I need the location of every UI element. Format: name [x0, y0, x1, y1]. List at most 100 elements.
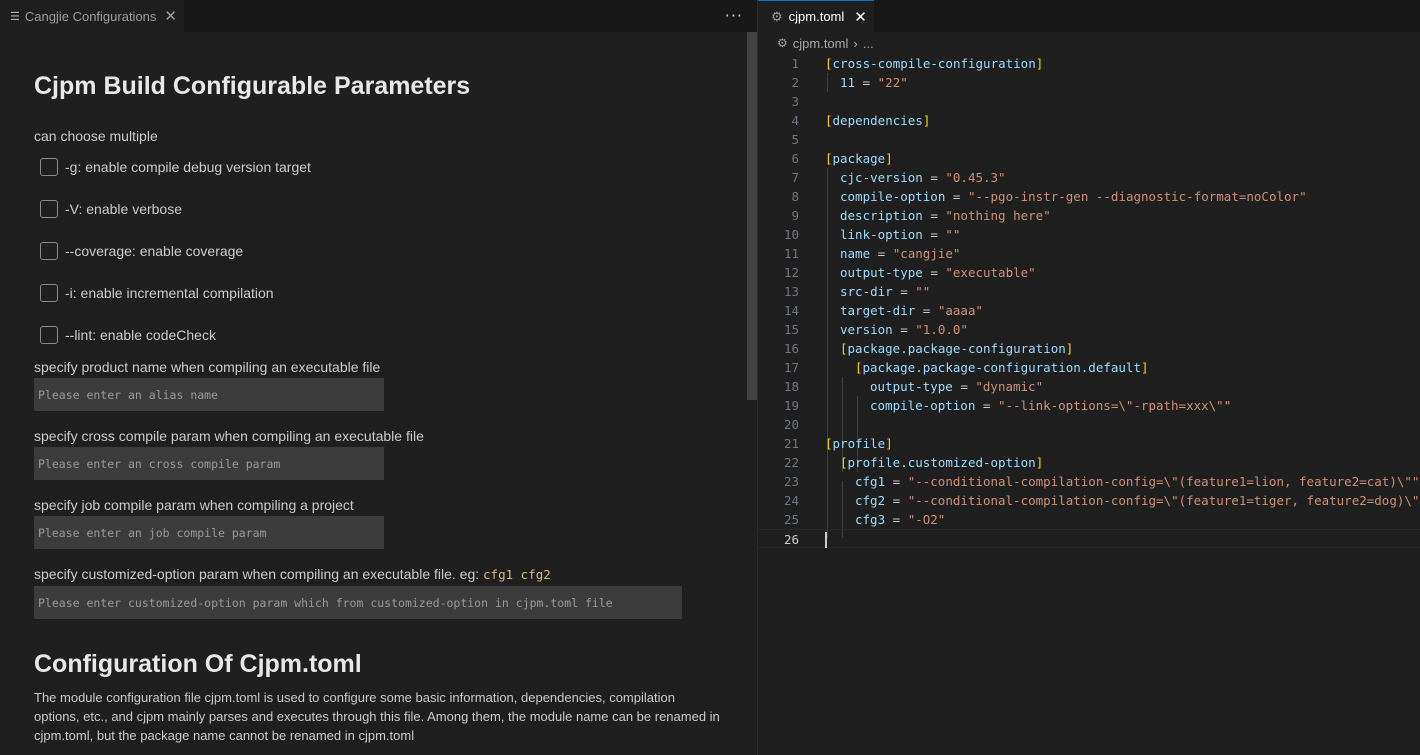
code-line[interactable]: 7 cjc-version = "0.45.3"	[758, 168, 1420, 187]
code-token: name	[840, 246, 871, 261]
option-coverage[interactable]: --coverage: enable coverage	[40, 242, 243, 260]
chevron-right-icon: ›	[853, 35, 858, 51]
line-number: 16	[783, 341, 799, 356]
code-line[interactable]: 18 output-type = "dynamic"	[758, 377, 1420, 396]
code-line[interactable]: 5	[758, 130, 1420, 149]
line-number: 17	[783, 360, 799, 375]
code-line[interactable]: 20	[758, 415, 1420, 434]
job-compile-input[interactable]	[34, 516, 384, 549]
code-token: compile-option	[840, 189, 946, 204]
code-token: cjc-version	[840, 170, 923, 185]
close-icon[interactable]: ✕	[854, 8, 867, 26]
code-token: output-type	[840, 265, 923, 280]
code-line[interactable]: 24 cfg2 = "--conditional-compilation-conf…	[758, 491, 1420, 510]
code-token: version	[840, 322, 893, 337]
breadcrumb-rest[interactable]: ...	[863, 36, 874, 51]
job-compile-label: specify job compile param when compiling…	[34, 497, 354, 513]
code-token: ]	[885, 151, 893, 166]
product-name-label: specify product name when compiling an e…	[34, 359, 381, 375]
checkbox[interactable]	[40, 200, 58, 218]
code-token: "--conditional-compilation-config=\"(fea…	[907, 493, 1420, 508]
code-token: "dynamic"	[975, 379, 1044, 394]
code-token: package.package-configuration	[847, 341, 1066, 356]
checkbox[interactable]	[40, 242, 58, 260]
code-token: =	[885, 474, 908, 489]
code-token: =	[922, 170, 946, 185]
customized-option-input[interactable]	[34, 586, 682, 619]
code-text: [package]	[825, 149, 893, 168]
code-token: package	[832, 151, 886, 166]
code-line[interactable]: 8 compile-option = "--pgo-instr-gen --dia…	[758, 187, 1420, 206]
option-verbose[interactable]: -V: enable verbose	[40, 200, 182, 218]
code-text: compile-option = "--pgo-instr-gen --diag…	[840, 187, 1307, 206]
customized-option-example: cfg1 cfg2	[483, 567, 551, 582]
code-token: dependencies	[832, 113, 923, 128]
option-label: -i: enable incremental compilation	[65, 285, 274, 301]
checkbox[interactable]	[40, 158, 58, 176]
code-line[interactable]: 14 target-dir = "aaaa"	[758, 301, 1420, 320]
line-number: 4	[791, 113, 799, 128]
scrollbar-thumb[interactable]	[747, 32, 757, 400]
code-token: ]	[1035, 455, 1044, 470]
description-paragraph: The module configuration file cjpm.toml …	[34, 690, 720, 743]
option-debug[interactable]: -g: enable compile debug version target	[40, 158, 311, 176]
code-token: "--pgo-instr-gen --diagnostic-format=noC…	[967, 189, 1307, 204]
code-line[interactable]: 1 [cross-compile-configuration]	[758, 54, 1420, 73]
tab-title: cjpm.toml	[788, 9, 845, 24]
choose-label: can choose multiple	[34, 128, 158, 144]
code-line[interactable]: 11 name = "cangjie"	[758, 244, 1420, 263]
code-text: cfg2 = "--conditional-compilation-config…	[855, 491, 1420, 510]
code-line[interactable]: 22 [profile.customized-option]	[758, 453, 1420, 472]
checkbox[interactable]	[40, 284, 58, 302]
code-line[interactable]: 15 version = "1.0.0"	[758, 320, 1420, 339]
code-token: src-dir	[840, 284, 893, 299]
code-line[interactable]: 21 [profile]	[758, 434, 1420, 453]
close-icon[interactable]: ✕	[164, 7, 177, 25]
code-text: output-type = "dynamic"	[870, 377, 1043, 396]
code-token: ]	[885, 436, 893, 451]
code-line[interactable]: 13 src-dir = ""	[758, 282, 1420, 301]
option-incremental[interactable]: -i: enable incremental compilation	[40, 284, 274, 302]
configurations-pane: ☰ Cangjie Configurations ✕ ··· Cjpm Buil…	[0, 0, 757, 755]
alias-name-input[interactable]	[34, 378, 384, 411]
line-number: 3	[791, 94, 799, 109]
code-line[interactable]: 10 link-option = ""	[758, 225, 1420, 244]
breadcrumb[interactable]: ⚙ cjpm.toml › ...	[777, 34, 874, 52]
code-editor[interactable]: 1 [cross-compile-configuration] 2 11 = "22"…	[758, 54, 1420, 754]
code-token: "cangjie"	[892, 246, 961, 261]
code-token: ]	[922, 113, 931, 128]
code-token: [	[840, 455, 848, 470]
code-text: cfg3 = "-O2"	[855, 510, 945, 529]
code-line[interactable]: 12 output-type = "executable"	[758, 263, 1420, 282]
code-text: version = "1.0.0"	[840, 320, 968, 339]
code-token: =	[892, 322, 916, 337]
code-token: ]	[1065, 341, 1074, 356]
more-actions-icon[interactable]: ···	[725, 6, 743, 25]
code-line[interactable]: 9 description = "nothing here"	[758, 206, 1420, 225]
code-line[interactable]: 23 cfg1 = "--conditional-compilation-conf…	[758, 472, 1420, 491]
line-number: 20	[783, 417, 799, 432]
text-cursor	[825, 532, 827, 548]
workbench: ☰ Cangjie Configurations ✕ ··· Cjpm Buil…	[0, 0, 1420, 755]
code-token: target-dir	[840, 303, 916, 318]
tab-cjpm-toml[interactable]: ⚙ cjpm.toml ✕	[758, 0, 874, 32]
checkbox[interactable]	[40, 326, 58, 344]
code-line[interactable]: 4 [dependencies]	[758, 111, 1420, 130]
code-line[interactable]: 26	[758, 529, 1420, 548]
code-token: "aaaa"	[937, 303, 983, 318]
code-token: "1.0.0"	[915, 322, 968, 337]
code-token: "22"	[877, 75, 908, 90]
code-line[interactable]: 16 [package.package-configuration]	[758, 339, 1420, 358]
tab-cangjie-configurations[interactable]: ☰ Cangjie Configurations ✕	[0, 0, 184, 32]
code-token: "nothing here"	[945, 208, 1051, 223]
breadcrumb-file[interactable]: cjpm.toml	[793, 36, 849, 51]
code-line[interactable]: 17 [package.package-configuration.default…	[758, 358, 1420, 377]
code-line[interactable]: 2 11 = "22"	[758, 73, 1420, 92]
code-token: =	[922, 265, 946, 280]
code-line[interactable]: 19 compile-option = "--link-options=\"-rp…	[758, 396, 1420, 415]
code-line[interactable]: 3	[758, 92, 1420, 111]
option-lint[interactable]: --lint: enable codeCheck	[40, 326, 216, 344]
code-line[interactable]: 25 cfg3 = "-O2"	[758, 510, 1420, 529]
code-line[interactable]: 6 [package]	[758, 149, 1420, 168]
cross-compile-input[interactable]	[34, 447, 384, 480]
